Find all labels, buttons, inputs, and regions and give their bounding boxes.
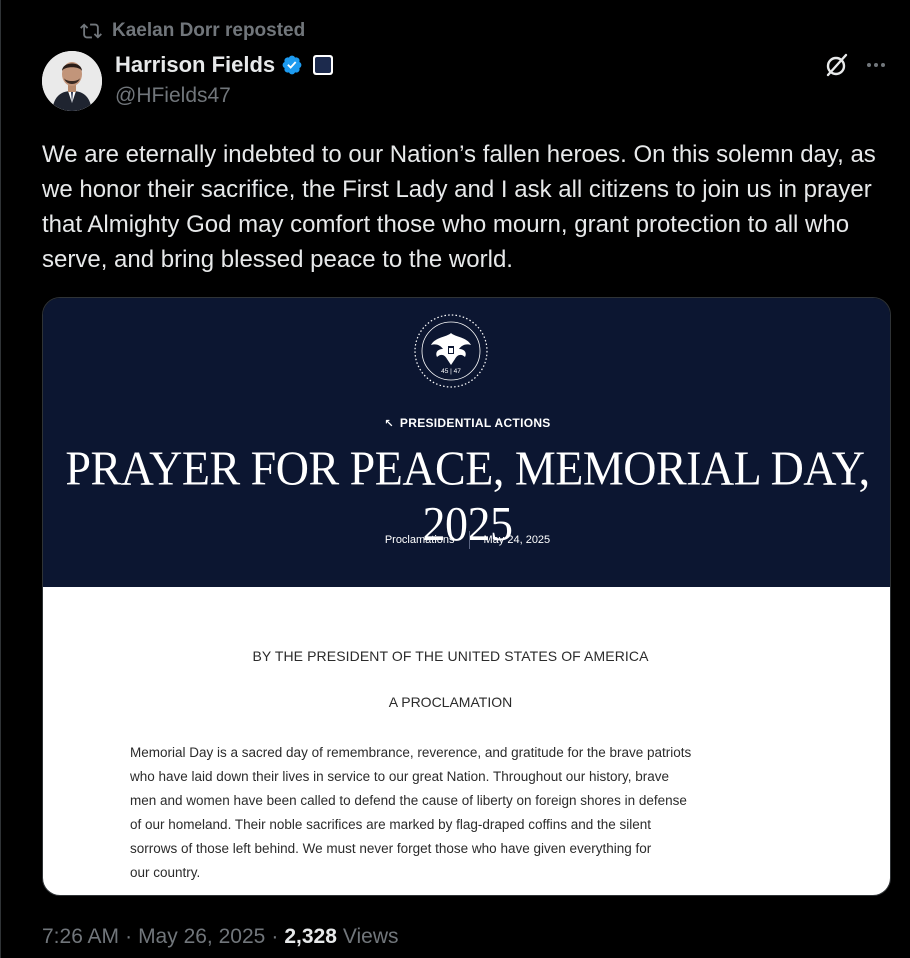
tweet-text: We are eternally indebted to our Nation’… — [42, 141, 876, 273]
seal-text: 45 | 47 — [441, 368, 461, 375]
avatar-image — [42, 51, 102, 111]
by-line: BY THE PRESIDENT OF THE UNITED STATES OF… — [252, 648, 649, 664]
kicker-label: PRESIDENTIAL ACTIONS — [399, 416, 551, 430]
author-row: Harrison Fields — [115, 52, 334, 78]
arrow-up-left-icon: ↖ — [384, 418, 394, 430]
tweet-time[interactable]: 7:26 AM — [42, 925, 119, 949]
presidential-seal-icon: 45 | 47 — [414, 314, 488, 388]
author-name[interactable]: Harrison Fields — [115, 52, 275, 78]
white-house-badge-icon[interactable] — [313, 55, 334, 75]
views-count: 2,328 — [284, 925, 337, 948]
dot-separator: · — [125, 925, 133, 948]
repost-icon — [80, 23, 102, 39]
card-kicker: ↖ PRESIDENTIAL ACTIONS — [43, 416, 890, 430]
proclamation-paragraph: Memorial Day is a sacred day of remembra… — [130, 745, 692, 880]
dot-separator: · — [271, 925, 279, 948]
card-body: BY THE PRESIDENT OF THE UNITED STATES OF… — [43, 587, 890, 895]
meta-divider — [468, 531, 470, 549]
repost-context[interactable]: Kaelan Dorr reposted — [80, 20, 305, 42]
repost-label: Kaelan Dorr reposted — [112, 20, 306, 41]
card-meta: Proclamations May 24, 2025 — [43, 531, 890, 549]
card-header: 45 | 47 ↖ PRESIDENTIAL ACTIONS PRAYER FOR… — [43, 298, 890, 587]
avatar[interactable] — [42, 51, 102, 111]
link-card[interactable]: 45 | 47 ↖ PRESIDENTIAL ACTIONS PRAYER FOR… — [42, 297, 891, 896]
card-date: May 24, 2025 — [483, 534, 551, 546]
grok-icon[interactable] — [824, 52, 850, 78]
more-icon[interactable] — [864, 56, 888, 74]
views-label: Views — [342, 925, 399, 948]
tweet-date[interactable]: May 26, 2025 — [138, 925, 265, 949]
tweet-footer: 7:26 AM · May 26, 2025 · 2,328 Views — [42, 925, 399, 949]
verified-badge-icon[interactable] — [281, 54, 303, 76]
proclamation-heading: A PROCLAMATION — [388, 694, 513, 710]
author-handle[interactable]: @HFields47 — [115, 84, 231, 108]
timeline-border — [0, 0, 1, 958]
card-category: Proclamations — [384, 534, 455, 546]
